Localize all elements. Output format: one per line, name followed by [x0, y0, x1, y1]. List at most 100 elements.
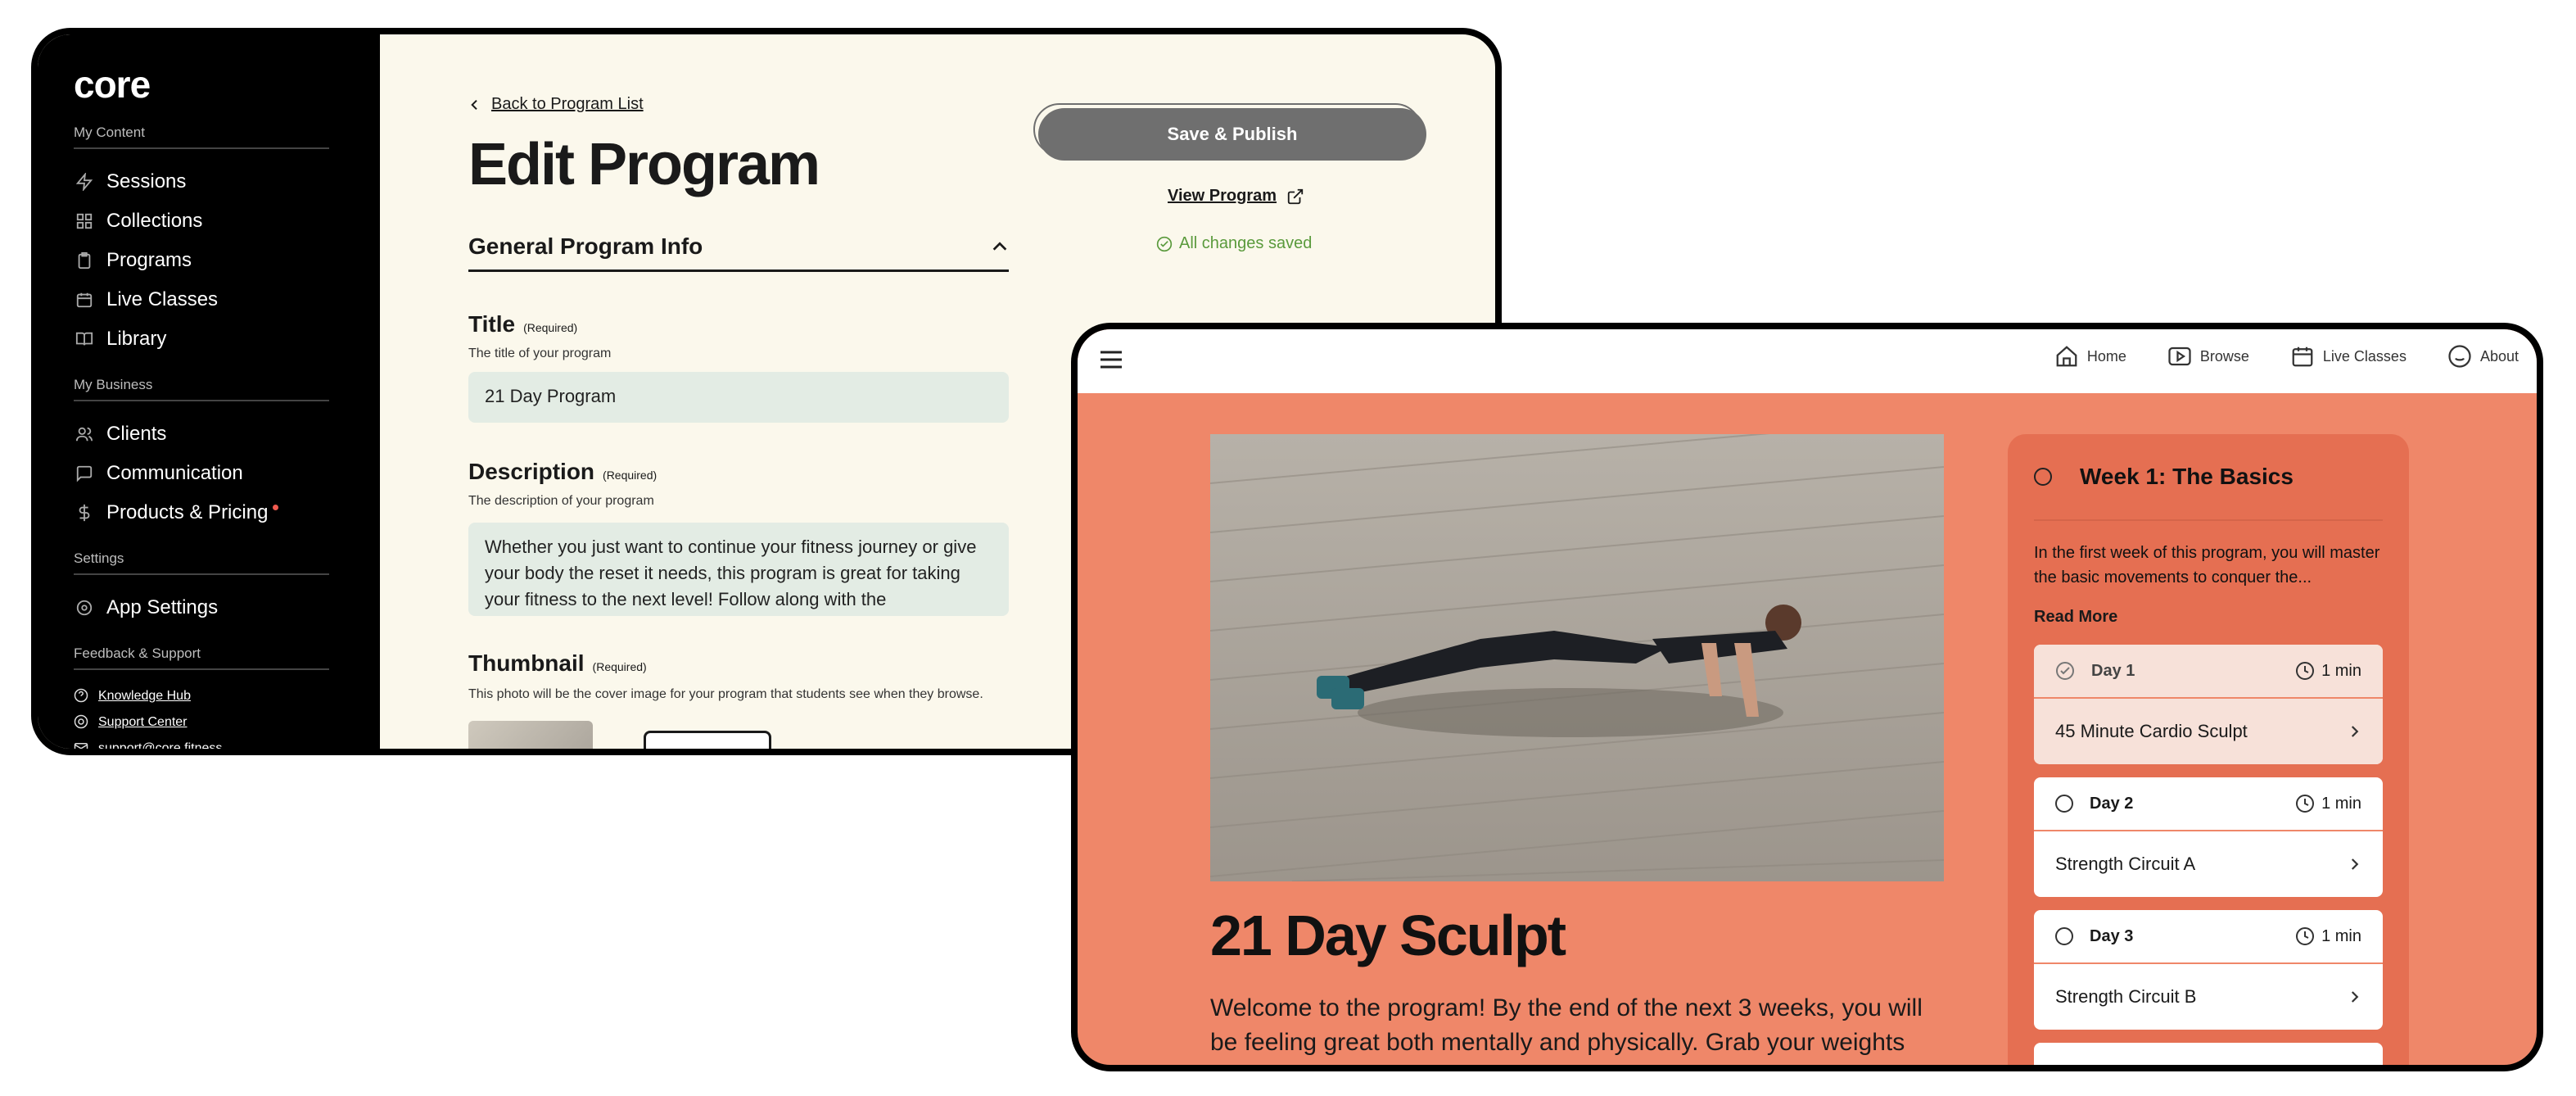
day-duration: 1 min: [2321, 794, 2361, 813]
day-header: Day 1 1 min: [2034, 645, 2383, 699]
chevron-right-icon: [2351, 726, 2359, 737]
page-title: Edit Program: [468, 132, 820, 197]
section-settings: Settings: [74, 550, 124, 566]
sidebar-item-label: Products & Pricing: [106, 501, 269, 523]
view-program-label: View Program: [1168, 187, 1277, 205]
nav-label: Browse: [2199, 347, 2249, 365]
support-link-label: support@core.fitness: [98, 741, 223, 755]
save-status-text: All changes saved: [1179, 234, 1313, 252]
nav-label: Live Classes: [2322, 347, 2407, 365]
day-label: Day 2: [2090, 794, 2134, 813]
sidebar-item-communication[interactable]: Communication: [74, 454, 380, 493]
week-header[interactable]: Week 1: The Basics: [2034, 434, 2383, 521]
day-status-circle-icon: [2055, 927, 2073, 945]
required-tag: (Required): [592, 660, 647, 673]
lifebuoy-icon: [74, 714, 90, 731]
nav-about[interactable]: About: [2447, 344, 2519, 369]
session-title: Strength Circuit B: [2055, 986, 2197, 1007]
mail-icon: [74, 740, 90, 749]
day-card: Day 2 1 min Strength Circuit A: [2034, 777, 2383, 897]
week-status-circle-icon: [2034, 468, 2052, 486]
top-nav-bar: Home Browse Live Classes About: [1078, 329, 2537, 393]
section-toggle-general-info[interactable]: General Program Info: [468, 223, 1009, 272]
day-card: Day 1 1 min 45 Minute Cardio Sculpt: [2034, 645, 2383, 764]
required-tag: (Required): [603, 469, 658, 482]
nav-home[interactable]: Home: [2054, 344, 2126, 369]
day-duration: 1 min: [2321, 926, 2361, 945]
session-title: 45 Minute Cardio Sculpt: [2055, 721, 2248, 741]
clipboard-icon: [74, 250, 95, 271]
thumbnail-label-text: Thumbnail: [468, 650, 585, 676]
session-row[interactable]: Strength Circuit A: [2034, 831, 2383, 897]
clock-icon: [2296, 927, 2315, 945]
day-card: Day 3 1 min Strength Circuit B: [2034, 910, 2383, 1030]
divider: [74, 573, 329, 575]
thumbnail-field-label: Thumbnail (Required): [468, 650, 647, 677]
sidebar: core My Content Sessions Collections Pro…: [38, 34, 380, 749]
external-link-icon: [1287, 188, 1304, 204]
notification-dot: [273, 504, 279, 510]
day-label: Day 1: [2091, 661, 2135, 680]
description-label-text: Description: [468, 459, 595, 484]
change-thumbnail-button[interactable]: [644, 731, 771, 749]
play-icon: [2168, 346, 2191, 366]
description-textarea[interactable]: Whether you just want to continue your f…: [468, 523, 1009, 616]
sidebar-item-products-pricing[interactable]: Products & Pricing: [74, 493, 380, 532]
knowledge-hub-link[interactable]: Knowledge Hub: [74, 683, 380, 709]
smile-icon: [2448, 345, 2471, 368]
sidebar-item-label: Library: [106, 328, 167, 350]
chevron-right-icon: [2351, 991, 2359, 1003]
lightning-icon: [74, 171, 95, 192]
program-title: 21 Day Sculpt: [1210, 904, 1566, 967]
sidebar-item-programs[interactable]: Programs: [74, 241, 380, 280]
title-help-text: The title of your program: [468, 346, 612, 360]
save-status: All changes saved: [1156, 234, 1312, 253]
support-center-link[interactable]: Support Center: [74, 709, 380, 736]
week-panel: Week 1: The Basics In the first week of …: [2008, 434, 2409, 1065]
student-view-window: Home Browse Live Classes About 21 Day Sc…: [1071, 323, 2543, 1071]
sidebar-item-live-classes[interactable]: Live Classes: [74, 280, 380, 319]
session-row[interactable]: 45 Minute Cardio Sculpt: [2034, 699, 2383, 764]
hamburger-icon[interactable]: [1099, 349, 1123, 370]
sidebar-item-label: Live Classes: [106, 288, 219, 310]
book-icon: [74, 328, 95, 350]
back-to-program-list-link[interactable]: Back to Program List: [468, 95, 644, 114]
sidebar-item-collections[interactable]: Collections: [74, 202, 380, 241]
day-status-circle-icon: [2055, 795, 2073, 813]
support-email-link[interactable]: support@core.fitness: [74, 736, 380, 755]
sidebar-item-sessions[interactable]: Sessions: [74, 162, 380, 202]
session-row[interactable]: Strength Circuit B: [2034, 964, 2383, 1030]
nav-browse[interactable]: Browse: [2167, 344, 2249, 369]
nav-label: About: [2479, 347, 2519, 365]
divider: [74, 668, 329, 670]
check-circle-icon: [2056, 662, 2074, 680]
save-publish-button[interactable]: Save & Publish: [1038, 108, 1426, 161]
nav-live-classes[interactable]: Live Classes: [2290, 344, 2407, 369]
chevron-left-icon: [471, 99, 477, 110]
pushup-photo: [1210, 434, 1944, 881]
chevron-up-icon: [992, 241, 1007, 251]
back-link-label: Back to Program List: [491, 95, 644, 113]
program-hero-image: [1210, 434, 1944, 881]
calendar-icon: [74, 289, 95, 310]
section-feedback-support: Feedback & Support: [74, 645, 201, 661]
sidebar-item-clients[interactable]: Clients: [74, 414, 380, 454]
gear-icon: [74, 597, 95, 618]
sidebar-item-library[interactable]: Library: [74, 319, 380, 359]
read-more-link[interactable]: Read More: [2034, 608, 2383, 627]
description-field-label: Description (Required): [468, 459, 657, 485]
clock-icon: [2296, 795, 2315, 813]
sidebar-item-label: Clients: [106, 423, 167, 445]
week-title: Week 1: The Basics: [2080, 464, 2294, 489]
title-input[interactable]: 21 Day Program: [468, 372, 1009, 423]
view-program-link[interactable]: View Program: [1168, 187, 1304, 206]
dollar-icon: [74, 502, 95, 523]
sidebar-item-label: Programs: [106, 249, 192, 271]
program-description: Welcome to the program! By the end of th…: [1210, 994, 1923, 1065]
calendar-icon: [2292, 346, 2313, 367]
sidebar-item-app-settings[interactable]: App Settings: [74, 588, 380, 627]
chat-icon: [74, 463, 95, 484]
day-header: Day 3 1 min: [2034, 910, 2383, 964]
sidebar-item-label: Sessions: [106, 170, 187, 192]
day-label: Day 3: [2090, 926, 2134, 945]
